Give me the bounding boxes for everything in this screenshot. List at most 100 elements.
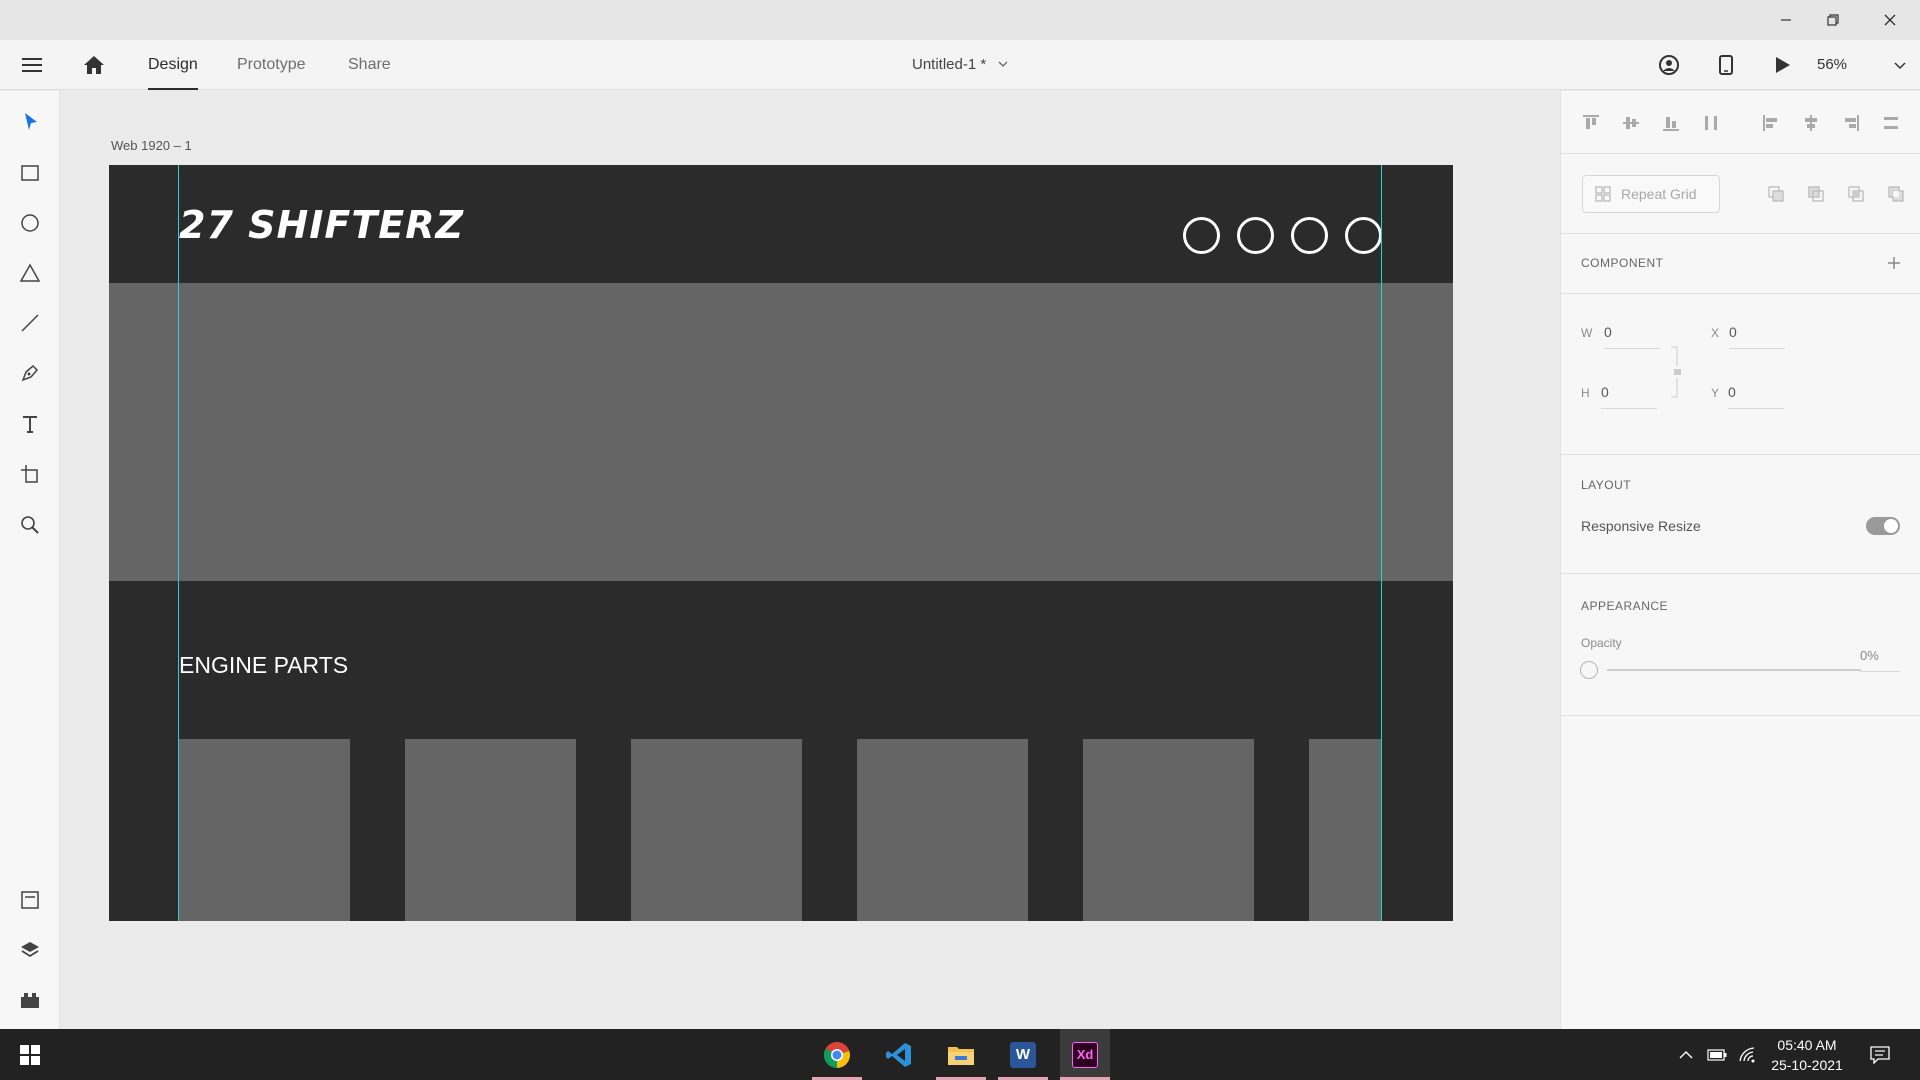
add-component-button[interactable] — [1880, 249, 1908, 277]
hero-placeholder[interactable] — [109, 283, 1453, 581]
tab-prototype[interactable]: Prototype — [237, 40, 305, 90]
chevron-up-icon — [1679, 1050, 1693, 1058]
product-tile[interactable] — [1309, 739, 1381, 921]
taskbar-vscode[interactable] — [874, 1029, 924, 1080]
boolean-intersect-button[interactable] — [1842, 180, 1870, 208]
select-tool[interactable] — [10, 102, 50, 142]
triangle-icon — [19, 263, 41, 282]
boolean-add-button[interactable] — [1762, 180, 1790, 208]
text-tool[interactable] — [10, 404, 50, 444]
align-center-button[interactable] — [1797, 109, 1825, 137]
zoom-dropdown-button[interactable] — [1880, 40, 1920, 90]
ellipse-tool[interactable] — [10, 203, 50, 243]
header-circle[interactable] — [1237, 217, 1274, 254]
wifi-icon — [1739, 1046, 1755, 1062]
device-preview-button[interactable] — [1706, 40, 1746, 90]
width-label: W — [1581, 326, 1593, 340]
play-preview-button[interactable] — [1763, 40, 1803, 90]
home-button[interactable] — [74, 40, 114, 90]
distribute-vertical-icon — [1705, 116, 1717, 130]
product-tile[interactable] — [857, 739, 1028, 921]
layers-button[interactable] — [10, 930, 50, 970]
distribute-horizontal-button[interactable] — [1877, 109, 1905, 137]
width-field[interactable]: 0 — [1604, 324, 1660, 349]
play-icon — [1776, 57, 1790, 73]
boolean-exclude-button[interactable] — [1882, 180, 1910, 208]
show-hidden-icons-button[interactable] — [1672, 1029, 1700, 1080]
layout-guide-left — [178, 165, 179, 921]
y-label: Y — [1711, 386, 1720, 400]
document-title[interactable]: Untitled-1 * — [912, 40, 1008, 90]
plus-icon — [1888, 257, 1900, 269]
section-title[interactable]: ENGINE PARTS — [179, 652, 348, 679]
polygon-tool[interactable] — [10, 253, 50, 293]
restore-button[interactable] — [1805, 0, 1861, 40]
boolean-add-icon — [1768, 186, 1784, 202]
battery-button[interactable] — [1703, 1029, 1731, 1080]
taskbar-file-explorer[interactable] — [936, 1029, 986, 1080]
product-tile[interactable] — [179, 739, 350, 921]
zoom-level[interactable]: 56% — [1817, 40, 1847, 90]
repeat-grid-button[interactable]: Repeat Grid — [1582, 175, 1720, 213]
align-middle-button[interactable] — [1617, 109, 1645, 137]
product-tile[interactable] — [631, 739, 802, 921]
x-field[interactable]: 0 — [1729, 324, 1785, 349]
windows-taskbar: W Xd 05:40 AM 25-10-2021 — [0, 1029, 1920, 1080]
opacity-field[interactable]: 0% — [1860, 648, 1900, 672]
align-bottom-icon — [1663, 117, 1679, 131]
assets-icon — [21, 891, 39, 909]
artboard[interactable]: 27 SHIFTERZ ENGINE PARTS — [109, 165, 1453, 921]
artboard-name[interactable]: Web 1920 – 1 — [111, 138, 192, 153]
pointer-arrow-icon — [25, 113, 37, 130]
tab-design[interactable]: Design — [148, 40, 198, 90]
pen-icon — [21, 364, 39, 382]
home-icon — [84, 56, 104, 74]
start-button[interactable] — [5, 1029, 55, 1080]
menu-button[interactable] — [12, 40, 52, 90]
pen-tool[interactable] — [10, 353, 50, 393]
height-field[interactable]: 0 — [1601, 384, 1657, 409]
taskbar-adobe-xd[interactable]: Xd — [1060, 1029, 1110, 1080]
header-circle[interactable] — [1291, 217, 1328, 254]
taskbar-chrome[interactable] — [812, 1029, 862, 1080]
distribute-vertical-button[interactable] — [1697, 109, 1725, 137]
align-bottom-button[interactable] — [1657, 109, 1685, 137]
folder-icon — [948, 1046, 974, 1065]
artboard-tool[interactable] — [10, 454, 50, 494]
chevron-down-icon — [1894, 62, 1906, 70]
header-circle[interactable] — [1345, 217, 1382, 254]
share-user-button[interactable] — [1649, 40, 1689, 90]
close-button[interactable] — [1862, 0, 1918, 40]
product-tile[interactable] — [1083, 739, 1254, 921]
boolean-intersect-icon — [1848, 186, 1864, 202]
action-center-button[interactable] — [1866, 1029, 1894, 1080]
document-assets-button[interactable] — [10, 880, 50, 920]
product-tile[interactable] — [405, 739, 576, 921]
zoom-tool[interactable] — [10, 505, 50, 545]
separator — [1561, 454, 1920, 455]
distribute-horizontal-icon — [1884, 117, 1898, 129]
line-tool[interactable] — [10, 303, 50, 343]
separator — [1561, 715, 1920, 716]
opacity-slider-thumb[interactable] — [1580, 661, 1598, 679]
clock-time: 05:40 AM — [1777, 1037, 1837, 1053]
tab-share[interactable]: Share — [348, 40, 391, 90]
y-field[interactable]: 0 — [1728, 384, 1784, 409]
vscode-icon — [886, 1042, 911, 1067]
lock-aspect-icon[interactable] — [1669, 346, 1683, 398]
align-left-button[interactable] — [1757, 109, 1785, 137]
boolean-subtract-button[interactable] — [1802, 180, 1830, 208]
taskbar-word[interactable]: W — [998, 1029, 1048, 1080]
align-top-button[interactable] — [1577, 109, 1605, 137]
system-clock[interactable]: 05:40 AM 25-10-2021 — [1762, 1035, 1852, 1075]
header-circle[interactable] — [1183, 217, 1220, 254]
property-inspector: Repeat Grid COMPONENT W 0 X 0 H 0 Y 0 LA… — [1560, 91, 1920, 1029]
opacity-slider-track[interactable] — [1607, 669, 1861, 671]
brand-logo[interactable]: 27 SHIFTERZ — [179, 203, 464, 247]
rectangle-tool[interactable] — [10, 153, 50, 193]
wifi-button[interactable] — [1734, 1029, 1762, 1080]
align-right-button[interactable] — [1837, 109, 1865, 137]
component-heading: COMPONENT — [1581, 256, 1664, 270]
plugins-button[interactable] — [10, 980, 50, 1020]
responsive-resize-toggle[interactable] — [1866, 517, 1900, 535]
